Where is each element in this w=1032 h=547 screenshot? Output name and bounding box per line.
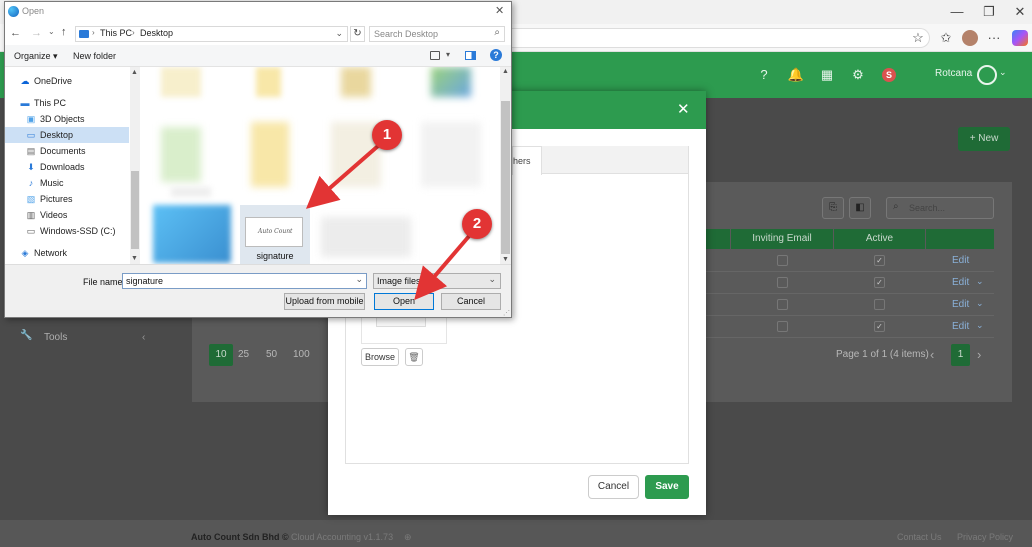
arrow-1 bbox=[305, 144, 380, 209]
arrow-2 bbox=[414, 233, 472, 301]
annotation-arrows bbox=[305, 144, 472, 301]
annotation-badge-2: 2 bbox=[462, 209, 492, 239]
annotation-badge-1: 1 bbox=[372, 120, 402, 150]
